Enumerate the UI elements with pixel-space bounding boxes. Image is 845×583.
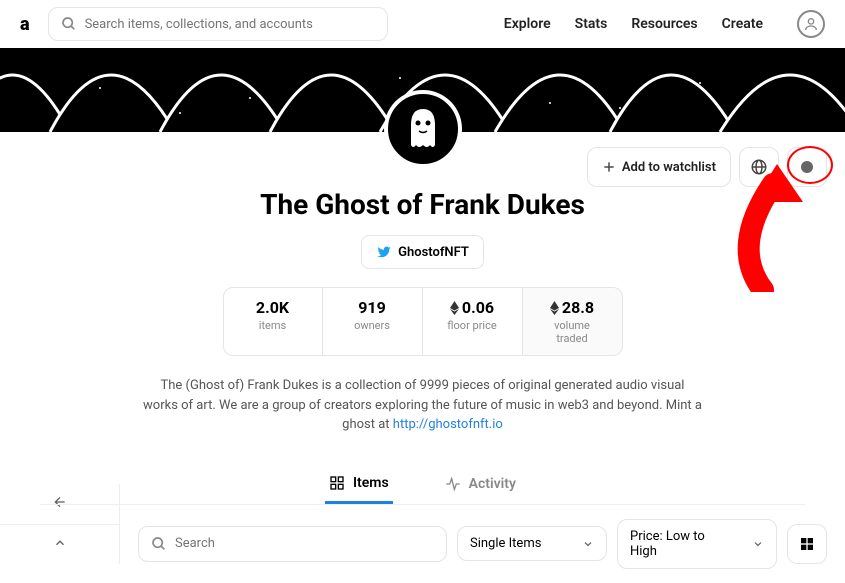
website-link-button[interactable] — [739, 147, 779, 187]
items-type-dropdown[interactable]: Single Items — [457, 526, 607, 561]
stat-owners-value: 919 — [341, 298, 404, 317]
share-icon — [798, 158, 816, 176]
global-search-input[interactable] — [85, 17, 375, 32]
ghost-icon — [401, 105, 445, 153]
stat-owners-label: owners — [341, 319, 404, 332]
tab-activity-label: Activity — [469, 476, 516, 492]
profile-button[interactable] — [797, 10, 825, 38]
stat-floor-label: floor price — [441, 319, 504, 332]
twitter-handle: GhostofNFT — [398, 245, 469, 260]
items-type-label: Single Items — [470, 536, 541, 551]
stat-owners[interactable]: 919 owners — [323, 287, 423, 356]
collection-avatar — [384, 90, 462, 168]
sort-label: Price: Low to High — [630, 529, 734, 559]
stat-items[interactable]: 2.0K items — [223, 287, 323, 356]
search-icon — [151, 536, 167, 552]
search-icon — [61, 16, 77, 32]
chevron-down-icon — [582, 538, 594, 550]
items-search[interactable] — [138, 526, 447, 562]
twitter-link[interactable]: GhostofNFT — [361, 235, 484, 269]
add-watchlist-button[interactable]: Add to watchlist — [587, 147, 731, 187]
stat-volume-value: 28.8 — [562, 298, 594, 317]
stat-volume[interactable]: 28.8 volume traded — [523, 287, 623, 356]
items-search-input[interactable] — [175, 536, 434, 551]
logo[interactable]: a — [20, 14, 30, 35]
person-icon — [803, 16, 819, 32]
stat-floor[interactable]: 0.06 floor price — [423, 287, 523, 356]
tab-items[interactable]: Items — [325, 465, 393, 504]
eth-icon — [450, 301, 459, 315]
plus-icon — [602, 160, 616, 174]
stat-items-label: items — [242, 319, 304, 332]
eth-icon — [550, 301, 559, 315]
collection-title: The Ghost of Frank Dukes — [40, 188, 805, 221]
chevron-down-icon — [752, 538, 764, 550]
global-search[interactable] — [48, 7, 388, 41]
globe-icon — [750, 158, 768, 176]
nav-stats[interactable]: Stats — [575, 16, 608, 32]
watchlist-label: Add to watchlist — [622, 160, 716, 175]
twitter-icon — [376, 244, 392, 260]
collection-description: The (Ghost of) Frank Dukes is a collecti… — [143, 376, 703, 435]
tab-activity[interactable]: Activity — [441, 465, 520, 504]
stat-volume-label: volume traded — [541, 319, 604, 345]
activity-icon — [445, 476, 461, 492]
sort-dropdown[interactable]: Price: Low to High — [617, 519, 777, 569]
stat-items-value: 2.0K — [242, 298, 304, 317]
nav-resources[interactable]: Resources — [631, 16, 697, 32]
sidebar-expand-button[interactable] — [0, 525, 120, 564]
stats-row: 2.0K items 919 owners 0.06 floor price 2… — [40, 287, 805, 356]
nav-explore[interactable]: Explore — [504, 16, 551, 32]
mint-link[interactable]: http://ghostofnft.io — [393, 417, 503, 432]
grid-large-icon — [799, 536, 815, 552]
grid-icon — [329, 475, 345, 491]
nav-create[interactable]: Create — [722, 16, 763, 32]
share-button[interactable] — [787, 147, 827, 187]
tab-items-label: Items — [353, 475, 389, 491]
stat-floor-value: 0.06 — [462, 298, 494, 317]
chevron-up-icon — [53, 536, 67, 550]
grid-view-toggle[interactable] — [787, 524, 827, 564]
